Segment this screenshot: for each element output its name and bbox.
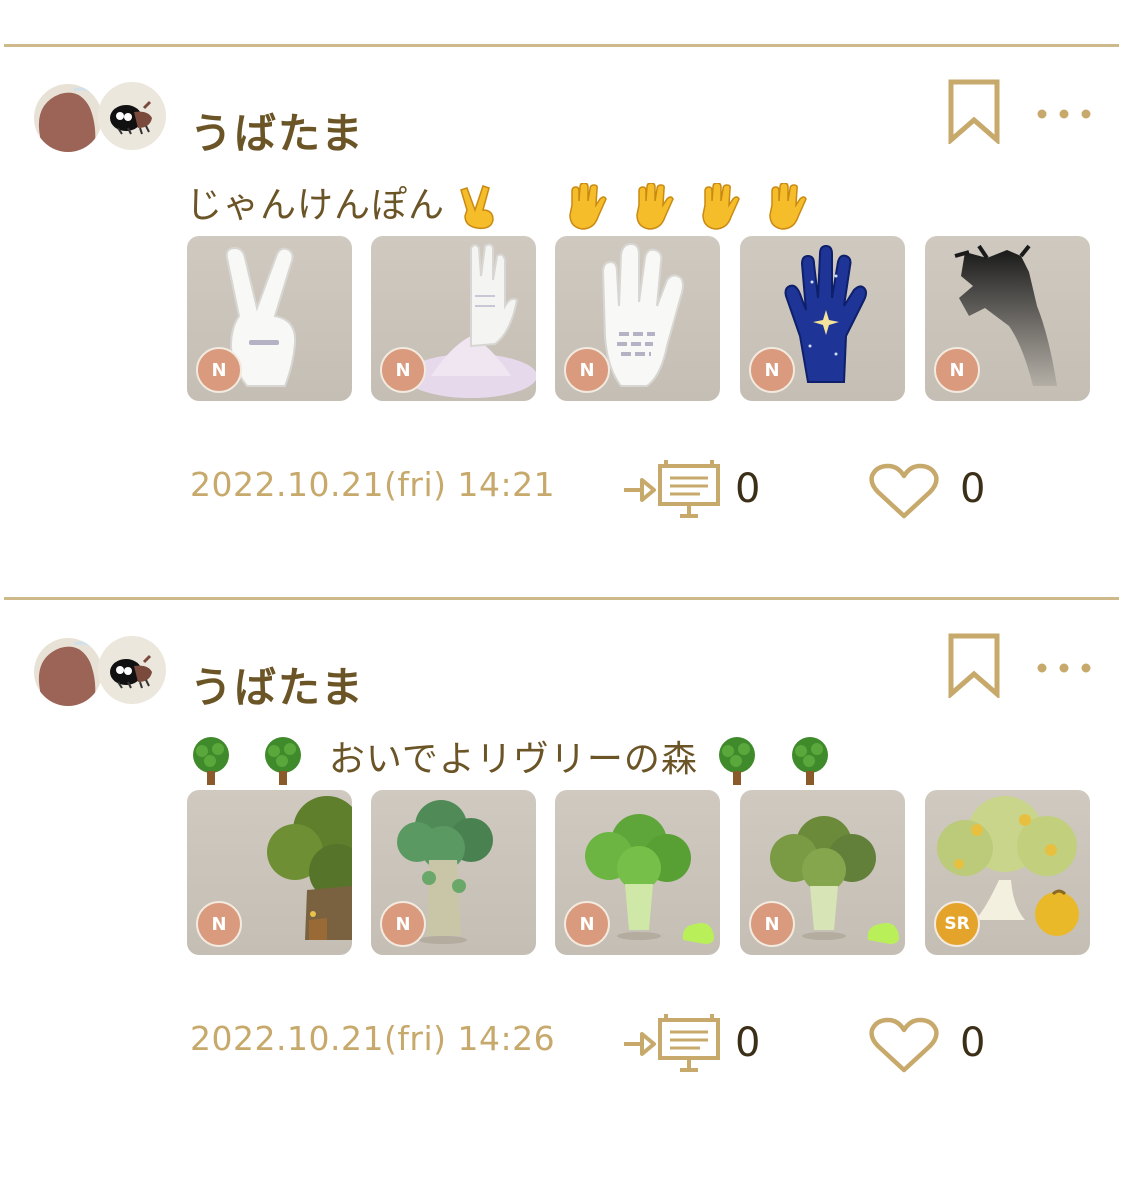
rarity-badge: N [749,347,795,393]
user-avatar-creature[interactable] [34,638,102,706]
post-timestamp: 2022.10.21(fri) 14:21 [190,465,556,504]
rarity-badge: N [380,901,426,947]
rarity-badge: N [564,347,610,393]
more-options-icon[interactable] [1034,658,1094,678]
rarity-badge: N [196,347,242,393]
item-card[interactable]: N [187,790,352,955]
share-to-room-icon[interactable] [620,1012,724,1074]
item-card[interactable]: N [555,236,720,401]
tree-icon [193,737,229,785]
share-to-room-icon[interactable] [620,458,724,520]
heart-icon[interactable] [868,1016,940,1074]
item-card[interactable]: SR [925,790,1090,955]
post-timestamp: 2022.10.21(fri) 14:26 [190,1019,556,1058]
caption-text: おいでよリヴリーの森 [328,739,698,780]
caption-text: じゃんけんぽん [186,185,446,226]
share-count: 0 [735,466,761,512]
rarity-badge: SR [934,901,980,947]
post: うばたま じゃんけんぽん N N N N N 2022.10.21(fri) 1… [0,78,1125,630]
share-count: 0 [735,1020,761,1066]
like-count: 0 [960,466,986,512]
item-cards: N N N [187,790,1093,956]
like-count: 0 [960,1020,986,1066]
username[interactable]: うばたま [190,654,365,715]
user-avatar-creature[interactable] [34,84,102,152]
post-caption: じゃんけんぽん [186,176,816,231]
raised-hand-icon [636,183,674,230]
more-options-icon[interactable] [1034,104,1094,124]
item-card[interactable]: N [371,236,536,401]
bookmark-icon[interactable] [946,632,1002,698]
raised-hand-icon [569,183,608,230]
rarity-badge: N [196,901,242,947]
rarity-badge: N [564,901,610,947]
raised-hand-icon [702,183,741,230]
item-card[interactable]: N [925,236,1090,401]
tree-icon [719,737,756,785]
heart-icon[interactable] [868,462,940,520]
victory-hand-icon [460,185,495,230]
item-card[interactable]: N [371,790,536,955]
tree-icon [791,737,828,785]
username[interactable]: うばたま [190,100,365,161]
user-avatar-pet[interactable] [98,82,166,150]
raised-hand-icon [768,183,807,230]
item-card[interactable]: N [555,790,720,955]
rarity-badge: N [380,347,426,393]
item-card[interactable]: N [187,236,352,401]
item-card[interactable]: N [740,790,905,955]
user-avatar-pet[interactable] [98,636,166,704]
item-cards: N N N [187,236,1093,402]
post: うばたま おいでよリヴリーの森 N N N N SR 2022.10.21(fr… [0,632,1125,1184]
rarity-badge: N [749,901,795,947]
post-caption: おいでよリヴリーの森 [184,730,843,787]
rarity-badge: N [934,347,980,393]
bookmark-icon[interactable] [946,78,1002,144]
tree-icon [265,737,302,785]
post-divider [4,44,1119,47]
item-card[interactable]: N [740,236,905,401]
